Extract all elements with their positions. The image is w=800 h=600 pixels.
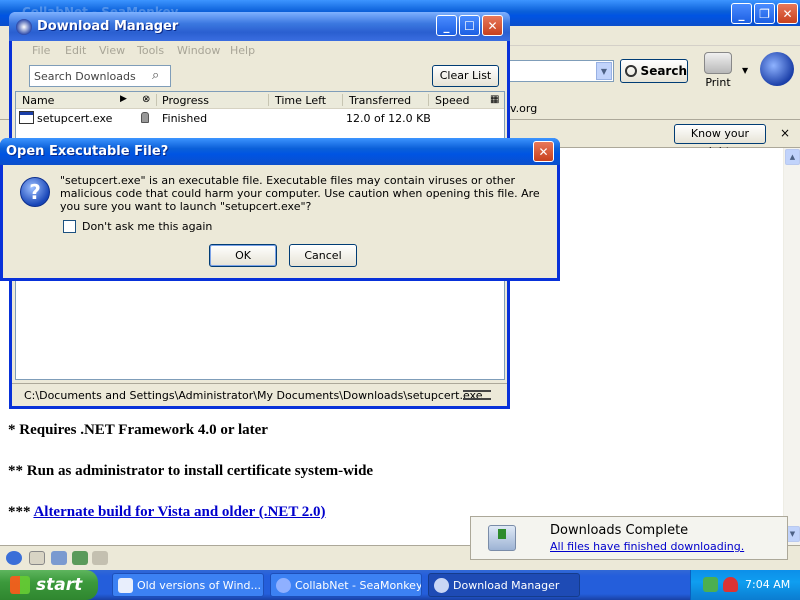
dm-menubar: File Edit View Tools Window Help [12,41,507,61]
security-shield-icon[interactable] [723,577,738,592]
search-downloads-input[interactable]: Search Downloads ⌕ [29,65,171,87]
column-speed[interactable]: Speed [435,94,469,107]
tab-url-fragment: v.org [510,102,538,115]
play-icon[interactable]: ▶ [120,94,127,104]
clock[interactable]: 7:04 AM [745,578,790,591]
alternate-build-link[interactable]: Alternate build for Vista and older (.NE… [33,504,325,520]
printer-icon [704,52,732,74]
seamonkey-app-icon [16,19,32,35]
cancel-button[interactable]: Cancel [289,244,357,267]
magnifier-icon [625,65,637,77]
download-progress: Finished [162,112,208,125]
download-transferred: 12.0 of 12.0 KB [346,112,431,125]
downloads-list-header: Name ▶ ⊗ Progress Time Left Transferred … [16,92,504,109]
address-book-icon[interactable] [92,551,108,565]
close-button[interactable]: ✕ [777,3,798,24]
resize-grip-icon[interactable] [463,390,491,400]
download-manager-icon [434,578,449,593]
column-time-left[interactable]: Time Left [275,94,326,107]
download-manager-title-bar[interactable]: Download Manager _ ☐ ✕ [9,12,510,41]
popup-link[interactable]: All files have finished downloading. [550,540,744,553]
start-label: start [36,575,83,595]
dialog-title: Open Executable File? [6,144,169,159]
dm-minimize-button[interactable]: _ [436,15,457,36]
composer-icon[interactable] [51,551,67,565]
dialog-title-bar[interactable]: Open Executable File? ✕ [0,138,560,165]
cancel-icon[interactable]: ⊗ [142,94,150,105]
menu-view[interactable]: View [99,44,125,57]
popup-title: Downloads Complete [550,523,689,538]
column-separator [342,94,343,106]
notification-close-icon[interactable]: × [780,126,790,140]
search-button[interactable]: Search [620,59,688,83]
search-button-label: Search [640,64,687,78]
taskbar-item-label: Download Manager [453,578,560,592]
taskbar-item-seamonkey[interactable]: CollabNet - SeaMonkey [270,573,422,597]
column-separator [268,94,269,106]
question-icon: ? [20,177,50,207]
dm-status-bar: C:\Documents and Settings\Administrator\… [12,383,507,406]
search-downloads-placeholder: Search Downloads [34,70,136,83]
dont-ask-checkbox-label[interactable]: Don't ask me this again [82,220,212,233]
open-executable-dialog: Open Executable File? ✕ ? "setupcert.exe… [0,138,560,281]
lock-icon [141,112,149,123]
url-dropdown-icon[interactable]: ▼ [596,62,612,80]
dont-ask-checkbox[interactable] [63,220,76,233]
dm-toolbar: Search Downloads ⌕ Clear List [12,61,507,91]
taskbar-item-old-versions[interactable]: Old versions of Wind... [112,573,264,597]
admin-note: ** Run as administrator to install certi… [8,463,374,479]
ok-button[interactable]: OK [209,244,277,267]
table-row[interactable]: setupcert.exe Finished 12.0 of 12.0 KB [16,109,504,127]
maximize-button[interactable]: ❐ [754,3,775,24]
download-icon [488,525,516,551]
column-name[interactable]: Name [22,94,54,107]
executable-file-icon [19,111,34,124]
ie-page-icon [118,578,133,593]
dialog-message: "setupcert.exe" is an executable file. E… [60,174,540,213]
chat-icon[interactable] [72,551,88,565]
taskbar: start Old versions of Wind... CollabNet … [0,570,800,600]
print-button-label: Print [705,76,731,89]
taskbar-item-label: CollabNet - SeaMonkey [295,578,422,592]
windows-logo-icon [10,576,30,594]
taskbar-item-download-manager[interactable]: Download Manager [428,573,580,597]
downloads-complete-popup[interactable]: Downloads Complete All files have finish… [470,516,788,560]
print-button[interactable]: Print [698,52,738,94]
navigator-icon[interactable] [6,551,22,565]
column-separator [428,94,429,106]
requirement-note: * Requires .NET Framework 4.0 or later [8,422,268,438]
know-your-rights-button[interactable]: Know your rights [674,124,766,158]
dm-status-path: C:\Documents and Settings\Administrator\… [24,389,483,402]
download-filename: setupcert.exe [37,112,113,125]
taskbar-item-label: Old versions of Wind... [137,578,261,592]
column-separator [156,94,157,106]
vertical-scrollbar[interactable]: ▲ ▼ [783,148,800,545]
clear-list-button[interactable]: Clear List [432,65,499,87]
alternate-build-prefix: *** [8,504,34,520]
menu-edit[interactable]: Edit [65,44,86,57]
magnifier-icon: ⌕ [152,68,160,83]
network-icon[interactable] [703,577,718,592]
seamonkey-icon [276,578,291,593]
column-picker-icon[interactable]: ▦ [490,94,499,105]
dialog-close-button[interactable]: ✕ [533,141,554,162]
menu-file[interactable]: File [32,44,50,57]
menu-tools[interactable]: Tools [137,44,164,57]
seamonkey-logo-icon[interactable] [760,52,794,86]
column-progress[interactable]: Progress [162,94,209,107]
mail-icon[interactable] [29,551,45,565]
start-button[interactable]: start [0,570,98,600]
menu-help[interactable]: Help [230,44,255,57]
scroll-up-icon[interactable]: ▲ [785,149,800,165]
minimize-button[interactable]: _ [731,3,752,24]
print-dropdown-icon[interactable]: ▼ [742,66,748,75]
download-manager-title: Download Manager [37,19,179,34]
system-tray: 7:04 AM [690,570,800,600]
menu-window[interactable]: Window [177,44,220,57]
column-transferred[interactable]: Transferred [349,94,411,107]
alternate-build-line: *** Alternate build for Vista and older … [8,504,326,521]
dm-maximize-button[interactable]: ☐ [459,15,480,36]
dm-close-button[interactable]: ✕ [482,15,503,36]
